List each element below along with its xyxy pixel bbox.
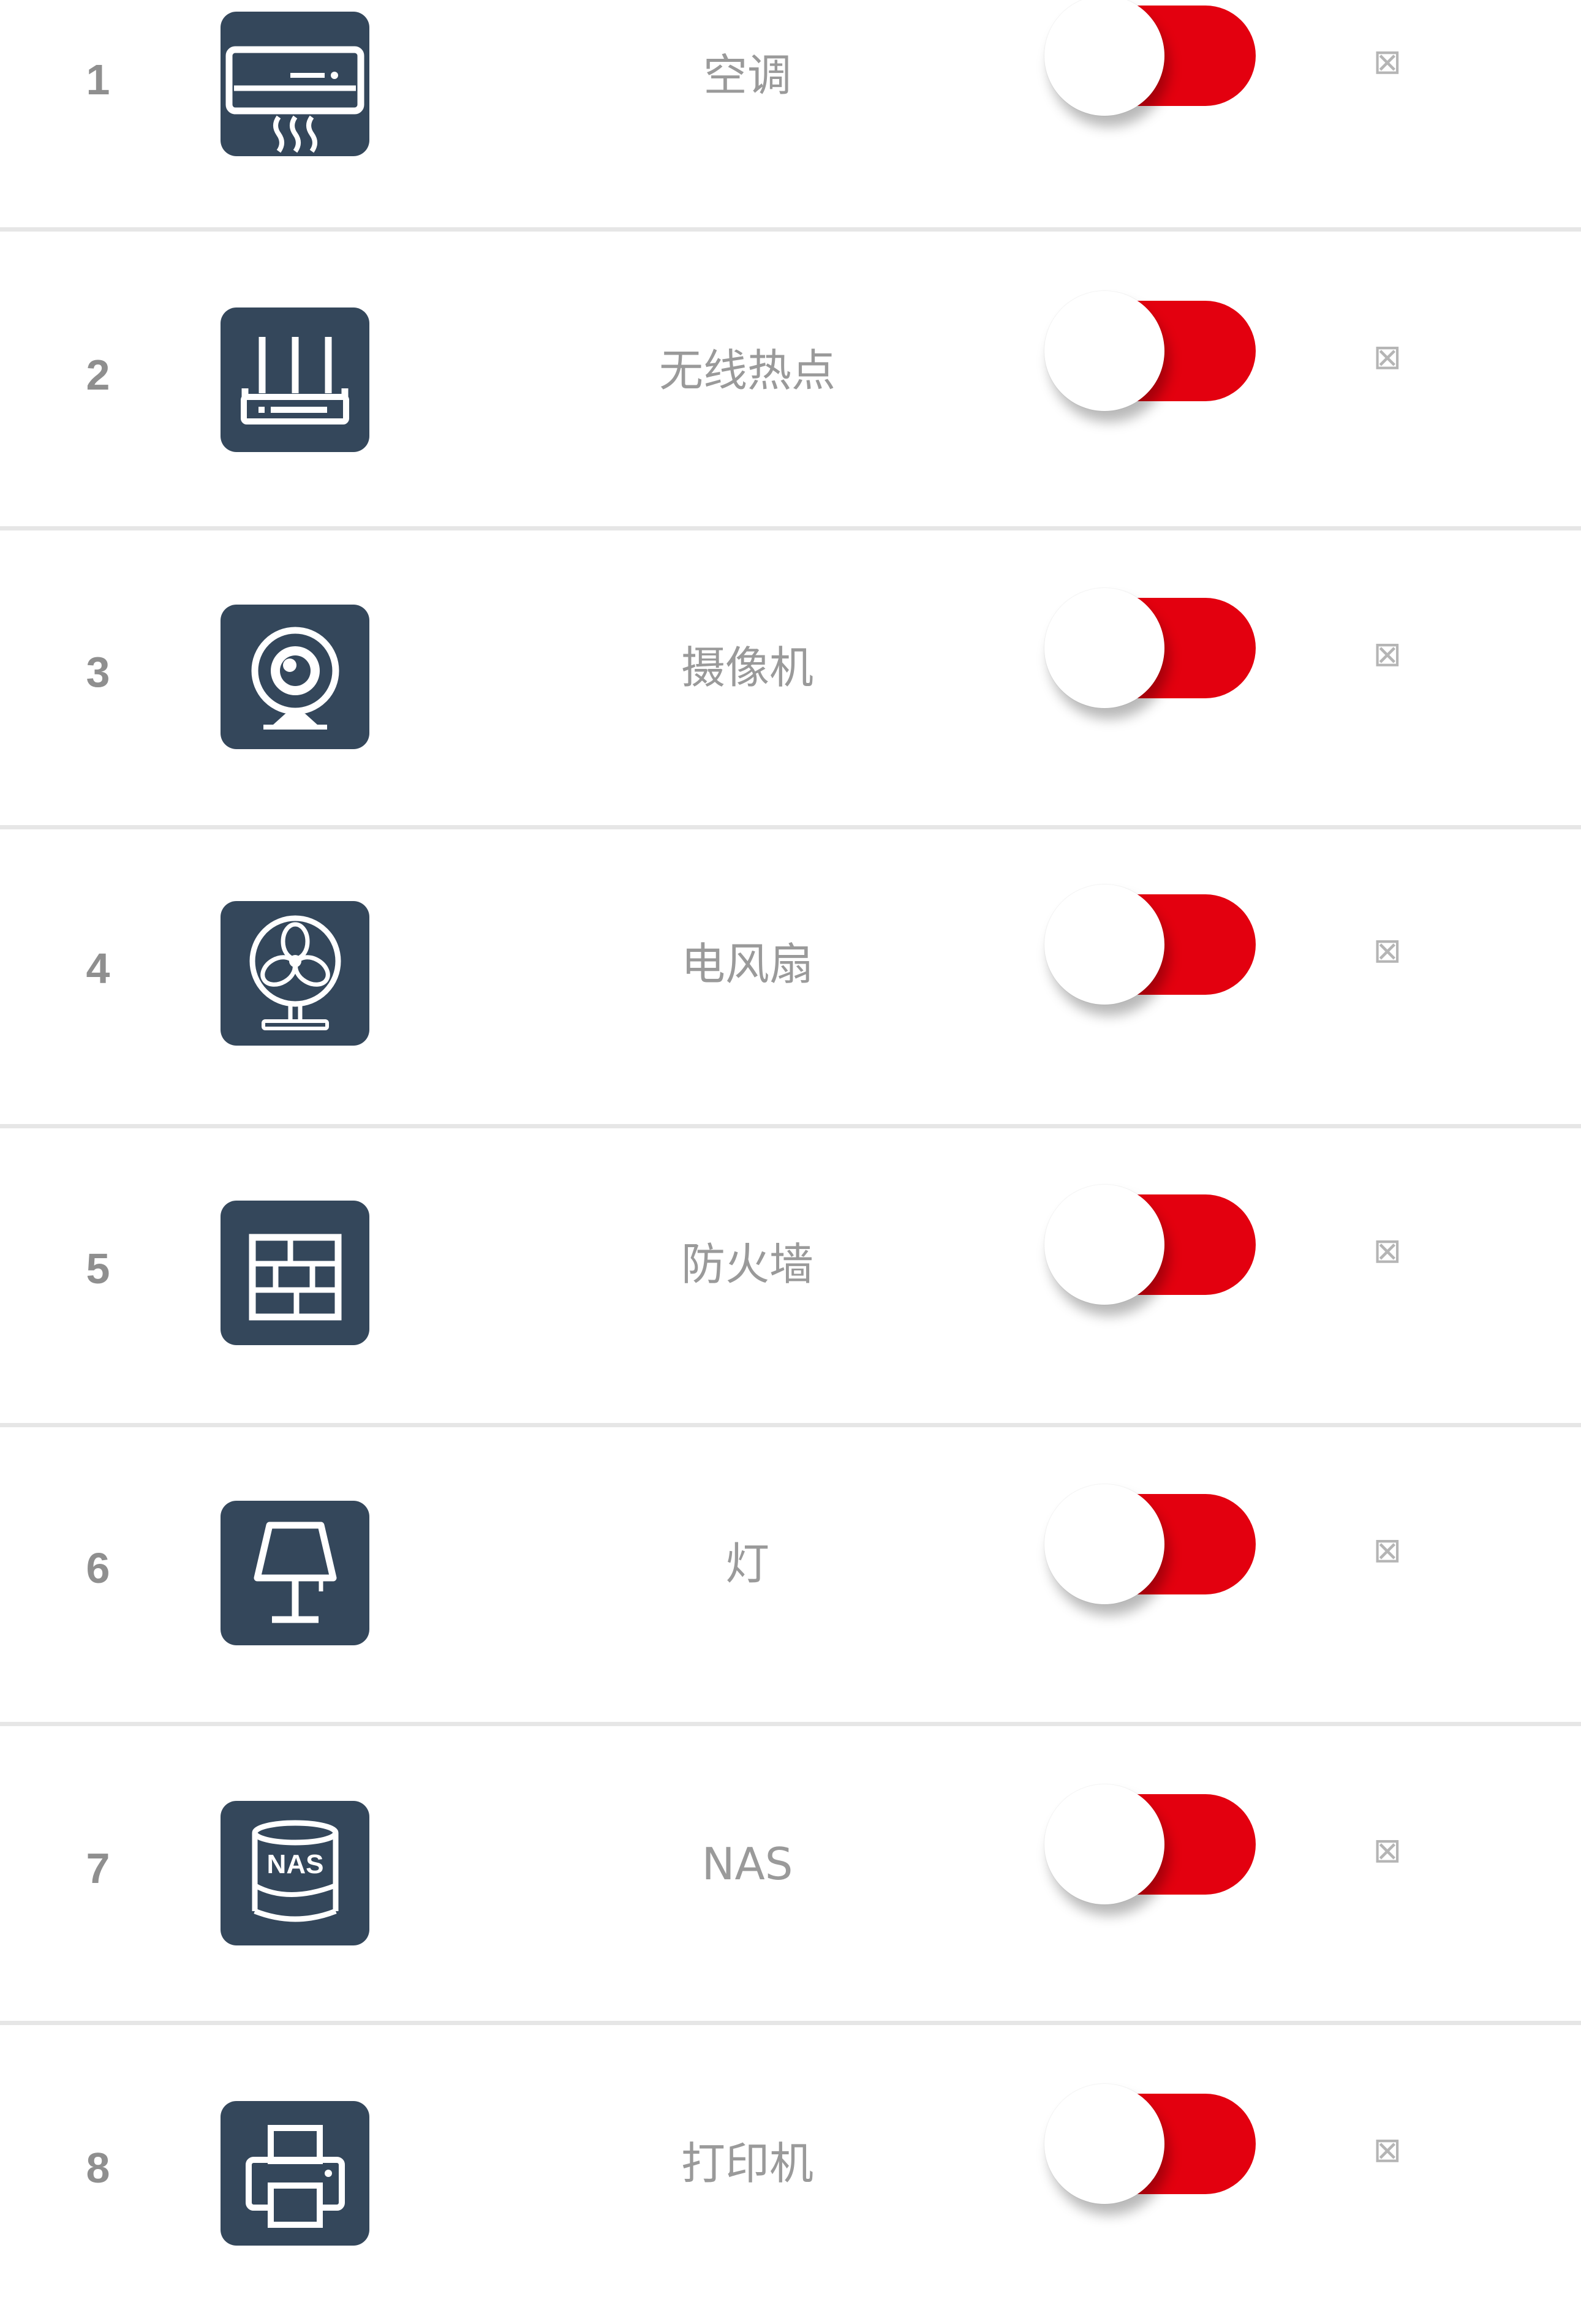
toggle-knob (1044, 2084, 1164, 2204)
missing-glyph-icon[interactable]: ⊠ (1369, 341, 1406, 375)
device-toggle[interactable] (1044, 2084, 1256, 2206)
missing-glyph-icon[interactable]: ⊠ (1369, 638, 1406, 672)
item-index: 7 (86, 1844, 110, 1892)
divider (0, 227, 1581, 232)
device-name: 打印机 (681, 2138, 813, 2189)
device-toggle[interactable] (1044, 1784, 1256, 1907)
toggle-knob (1044, 1784, 1164, 1904)
nas-drive-icon: NAS (221, 1801, 369, 1945)
device-toggle[interactable] (1044, 588, 1256, 711)
device-name: 摄像机 (681, 642, 813, 693)
list-item-2[interactable]: 2 无线热点 ⊠ (0, 232, 1581, 530)
wifi-router-icon (221, 307, 369, 452)
list-item-4[interactable]: 4 电风扇 ⊠ (0, 829, 1581, 1128)
missing-glyph-icon[interactable]: ⊠ (1369, 1534, 1406, 1568)
device-toggle[interactable] (1044, 291, 1256, 413)
webcam-icon (221, 605, 369, 749)
missing-glyph-icon[interactable]: ⊠ (1369, 2133, 1406, 2168)
device-toggle[interactable] (1044, 0, 1256, 118)
list-item-8[interactable]: 8 打印机 ⊠ (0, 2025, 1581, 2324)
nas-icon-text: NAS (267, 1849, 324, 1879)
item-index: 3 (86, 648, 110, 696)
divider (0, 2021, 1581, 2025)
device-name: 电风扇 (681, 938, 813, 990)
toggle-knob (1044, 0, 1164, 116)
device-list: 1 空调 ⊠ 2 无线热点 ⊠ 3 摄像机 ⊠ 4 电风扇 ⊠ 5 防火墙 ⊠ … (0, 0, 1581, 2249)
missing-glyph-icon[interactable]: ⊠ (1369, 45, 1406, 80)
device-toggle[interactable] (1044, 1484, 1256, 1607)
missing-glyph-icon[interactable]: ⊠ (1369, 1834, 1406, 1868)
table-lamp-icon (221, 1501, 369, 1645)
item-index: 8 (86, 2144, 110, 2192)
divider (0, 526, 1581, 530)
printer-icon (221, 2101, 369, 2246)
item-index: 5 (86, 1245, 110, 1292)
toggle-knob (1044, 588, 1164, 708)
divider (0, 825, 1581, 829)
list-item-7[interactable]: 7 NAS NAS ⊠ (0, 1726, 1581, 2025)
divider (0, 1124, 1581, 1128)
firewall-brick-icon (221, 1201, 369, 1345)
list-item-3[interactable]: 3 摄像机 ⊠ (0, 530, 1581, 829)
missing-glyph-icon[interactable]: ⊠ (1369, 1234, 1406, 1269)
missing-glyph-icon[interactable]: ⊠ (1369, 934, 1406, 968)
device-toggle[interactable] (1044, 1185, 1256, 1307)
device-name: 灯 (725, 1538, 769, 1590)
item-index: 2 (86, 351, 110, 399)
toggle-knob (1044, 885, 1164, 1005)
list-item-1[interactable]: 1 空调 ⊠ (0, 0, 1581, 232)
toggle-knob (1044, 1185, 1164, 1305)
device-toggle[interactable] (1044, 885, 1256, 1007)
divider (0, 1722, 1581, 1726)
toggle-knob (1044, 291, 1164, 411)
item-index: 4 (86, 945, 110, 992)
electric-fan-icon (221, 901, 369, 1046)
item-index: 1 (86, 56, 110, 104)
divider (0, 1423, 1581, 1427)
device-name: 空调 (703, 50, 791, 101)
toggle-knob (1044, 1484, 1164, 1604)
list-item-5[interactable]: 5 防火墙 ⊠ (0, 1128, 1581, 1427)
device-name: 防火墙 (681, 1239, 813, 1290)
item-index: 6 (86, 1544, 110, 1592)
device-name: 无线热点 (658, 345, 836, 396)
air-conditioner-icon (221, 12, 369, 156)
device-name: NAS (701, 1838, 793, 1890)
list-item-6[interactable]: 6 灯 ⊠ (0, 1427, 1581, 1726)
